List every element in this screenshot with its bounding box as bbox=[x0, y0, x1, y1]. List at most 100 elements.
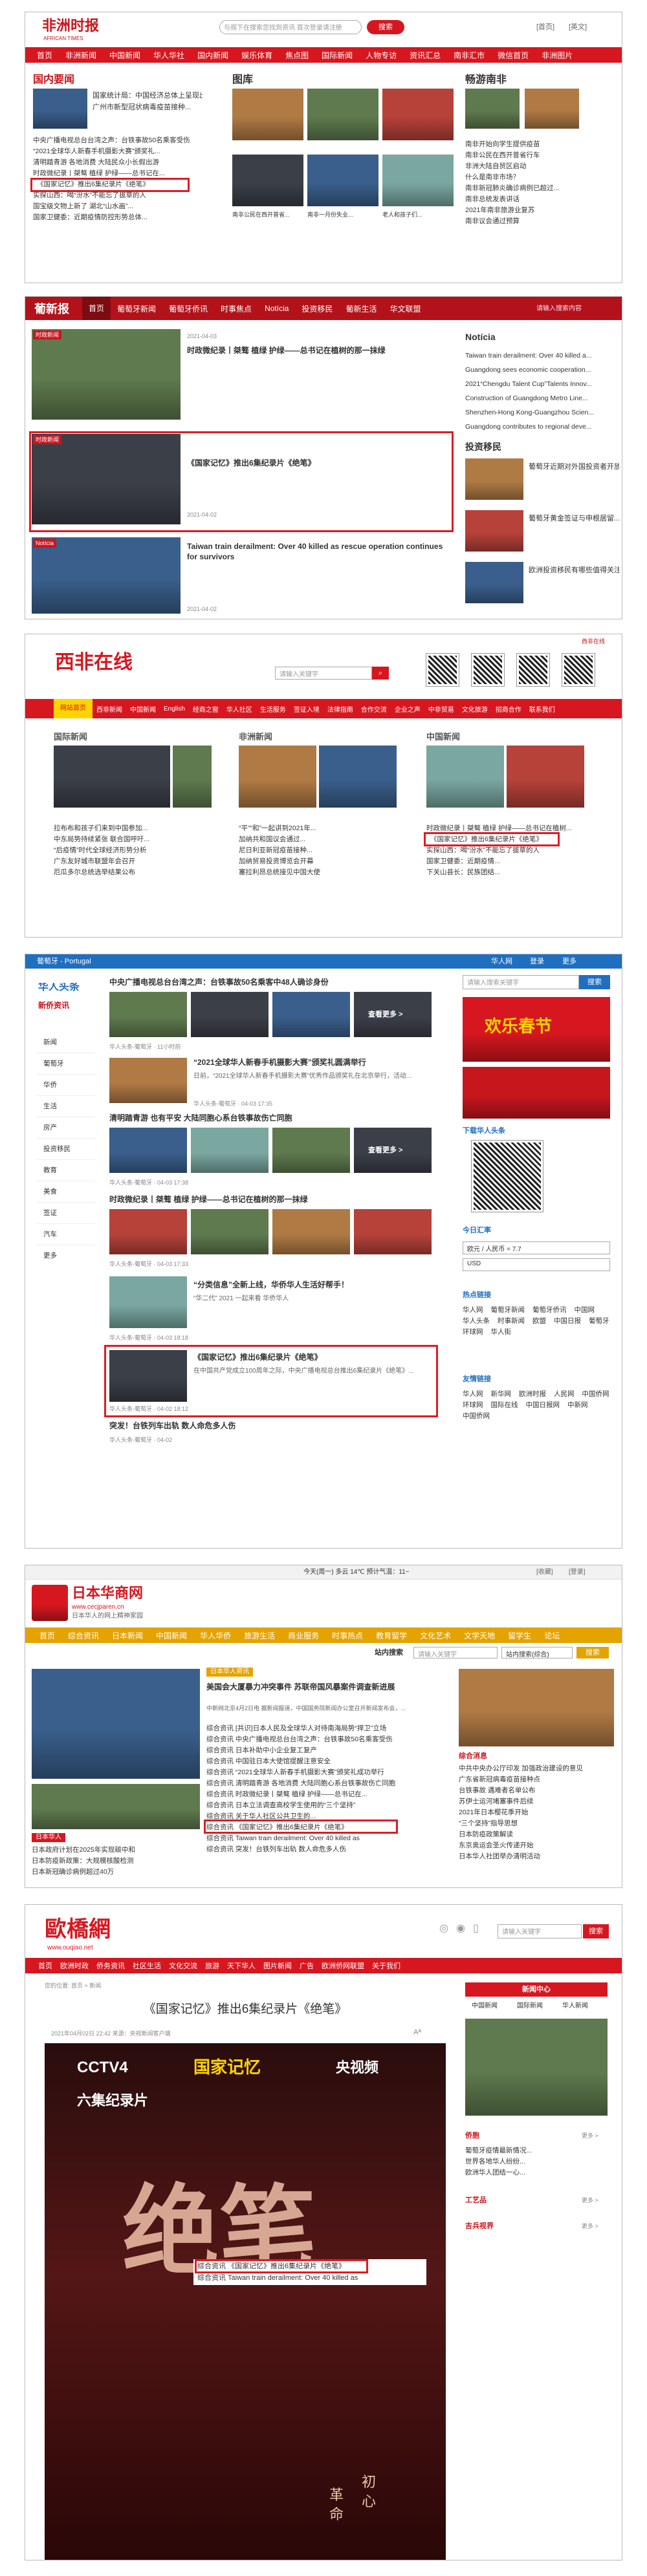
list-item[interactable]: 国家卫健委：近期疫情... bbox=[426, 856, 595, 867]
list-item[interactable]: 南非公民在西开普省行车 bbox=[465, 150, 615, 161]
friend-link[interactable]: 中国侨网 bbox=[582, 1389, 609, 1400]
side-menu-item[interactable]: 华侨 bbox=[37, 1075, 95, 1096]
nav-item[interactable]: 旅游 bbox=[201, 1960, 223, 1971]
site-logo[interactable]: 华人头条 bbox=[38, 983, 80, 992]
nav-search-input[interactable]: 请输入搜索内容 bbox=[536, 305, 582, 314]
list-item[interactable]: 南非总统发表讲话 bbox=[465, 194, 615, 205]
feed-image[interactable] bbox=[109, 1209, 187, 1254]
feed-image[interactable] bbox=[272, 1209, 350, 1254]
nav-item[interactable]: 社区生活 bbox=[129, 1960, 165, 1971]
nav-item[interactable]: 时事焦点 bbox=[214, 303, 258, 314]
nav-item[interactable]: 葡新生活 bbox=[339, 303, 383, 314]
friend-link[interactable]: 环球网 bbox=[463, 1400, 483, 1411]
search-input[interactable]: 请输入关键字 bbox=[275, 667, 372, 680]
font-size-icon[interactable]: Aᴬ bbox=[413, 2028, 421, 2037]
top-link[interactable]: [收藏] bbox=[536, 1568, 553, 1577]
side-menu-item[interactable]: 葡萄牙 bbox=[37, 1053, 95, 1075]
site-logo[interactable]: 葡新报 bbox=[25, 300, 82, 317]
weibo-icon[interactable]: ◎ bbox=[439, 1924, 448, 1933]
list-item[interactable]: 日本新冠确诊病例超过40万 bbox=[32, 1867, 200, 1878]
nav-item[interactable]: 首页 bbox=[34, 1960, 56, 1971]
top-link-home[interactable]: [首页] bbox=[536, 23, 554, 32]
gallery-image[interactable] bbox=[382, 155, 454, 206]
list-item[interactable]: 塞拉利昂总统接见中国大使 bbox=[239, 867, 394, 878]
feed-item-title[interactable]: “2021全球华人新春手机摄影大赛”颁奖礼圆满举行 bbox=[193, 1058, 433, 1067]
list-item[interactable]: 综合资讯 [共识]日本人民及全球华人对待南海局势“捍卫”立场 bbox=[206, 1723, 446, 1734]
list-item[interactable]: 南非新冠肺炎确诊病例已超过... bbox=[465, 183, 615, 194]
search-button[interactable]: ⌕ bbox=[372, 667, 389, 680]
sidebar-title-investment[interactable]: 投资移民 bbox=[465, 440, 501, 453]
list-item[interactable]: 中东局势持续紧张 联合国呼吁... bbox=[54, 834, 209, 845]
side-menu-item[interactable]: 汽车 bbox=[37, 1224, 95, 1245]
list-item[interactable]: 实探山西：喝“汾水”不能忘了拔草的人 bbox=[426, 845, 595, 856]
feed-item-title[interactable]: 清明踏青游 也有平安 大陆同胞心系台铁事故伤亡同胞 bbox=[109, 1113, 446, 1122]
list-item[interactable]: 清明踏青游 各地消费 大陆民众小长假出游 bbox=[33, 157, 206, 168]
travel-image[interactable] bbox=[465, 89, 520, 129]
nav-item[interactable]: 娱乐体育 bbox=[235, 50, 279, 61]
list-item[interactable]: 广东省新冠病毒疫苗接种点 bbox=[459, 1774, 614, 1785]
search-input[interactable]: 请输入搜索关键字 bbox=[463, 975, 579, 989]
nav-item[interactable]: 网站首页 bbox=[54, 699, 93, 718]
top-link[interactable]: [登录] bbox=[569, 1568, 586, 1577]
side-menu-item[interactable]: 教育 bbox=[37, 1160, 95, 1181]
hot-link[interactable]: 欧盟 bbox=[532, 1316, 546, 1327]
sidebar-more-link[interactable]: 更多 > bbox=[582, 2196, 598, 2205]
nav-item[interactable]: 华人华侨 bbox=[193, 1630, 237, 1641]
nav-item[interactable]: 非洲图片 bbox=[535, 50, 579, 61]
nav-item[interactable]: 南非汇市 bbox=[447, 50, 491, 61]
overlay-item[interactable]: 综合资讯 Taiwan train derailment: Over 40 ki… bbox=[197, 2273, 424, 2282]
list-item[interactable]: “三个坚持”指导思想 bbox=[459, 1818, 614, 1829]
nav-item[interactable]: 侨务资讯 bbox=[93, 1960, 129, 1971]
list-item[interactable]: 日本防疫政策解读 bbox=[459, 1829, 614, 1840]
list-item[interactable]: 2021年南非旅游业复苏 bbox=[465, 205, 615, 216]
list-item[interactable]: 综合资讯 时政微纪录丨桀骜 植绿 护绿——总书记在... bbox=[206, 1789, 446, 1800]
friend-link[interactable]: 人民网 bbox=[554, 1389, 575, 1400]
feed-image[interactable] bbox=[191, 1209, 269, 1254]
list-item[interactable]: 南非议会通过预算 bbox=[465, 216, 615, 227]
gallery-image[interactable] bbox=[307, 155, 378, 206]
list-item[interactable]: 什么是南非市场？ bbox=[465, 172, 615, 183]
hot-link[interactable]: 时事新闻 bbox=[498, 1316, 525, 1327]
news-image[interactable] bbox=[239, 746, 316, 808]
headline-image[interactable] bbox=[32, 1669, 200, 1779]
top-link-english[interactable]: [英文] bbox=[569, 23, 587, 32]
nav-item[interactable]: 合作交流 bbox=[357, 704, 391, 714]
sidebar-item[interactable]: 欧洲投资移民有哪些值得关注的... bbox=[529, 566, 619, 575]
list-item[interactable]: 中共中央办公厅印发 加强政治建设的意见 bbox=[459, 1763, 614, 1774]
nav-item[interactable]: 华人社区 bbox=[223, 704, 256, 714]
list-item[interactable]: 广东友好城市联盟年会召开 bbox=[54, 856, 209, 867]
news-image[interactable] bbox=[33, 89, 87, 129]
nav-item[interactable]: 欧洲时政 bbox=[56, 1960, 93, 1971]
hot-link[interactable]: 中国网 bbox=[575, 1305, 595, 1316]
news-image[interactable] bbox=[319, 746, 397, 808]
friend-link[interactable]: 华人网 bbox=[463, 1389, 483, 1400]
nav-item[interactable]: 综合资讯 bbox=[61, 1630, 105, 1641]
hot-link[interactable]: 葡萄牙新闻 bbox=[491, 1305, 525, 1316]
nav-item[interactable]: 中国新闻 bbox=[126, 704, 160, 714]
news-image[interactable] bbox=[173, 746, 212, 808]
side-menu-item[interactable]: 投资移民 bbox=[37, 1139, 95, 1160]
site-logo-mark[interactable] bbox=[32, 1585, 68, 1621]
friend-link[interactable]: 欧洲时报 bbox=[519, 1389, 546, 1400]
feed-image[interactable] bbox=[109, 1128, 187, 1173]
nav-item[interactable]: 天下华人 bbox=[223, 1960, 259, 1971]
nav-item[interactable]: 时事热点 bbox=[325, 1630, 369, 1641]
hot-link[interactable]: 葡萄牙侨讯 bbox=[532, 1305, 567, 1316]
nav-item[interactable]: 葡萄牙新闻 bbox=[111, 303, 162, 314]
list-item[interactable]: “平”“和”一起讲到2021年... bbox=[239, 823, 394, 834]
breadcrumb[interactable]: 您的位置: 首页 > 新闻 bbox=[45, 1981, 101, 1990]
feed-image[interactable] bbox=[272, 992, 350, 1037]
friend-link[interactable]: 中国侨网 bbox=[463, 1411, 490, 1422]
feed-image[interactable] bbox=[354, 1209, 432, 1254]
friend-link[interactable]: 中国日报网 bbox=[526, 1400, 560, 1411]
nav-item[interactable]: 中国新闻 bbox=[149, 1630, 193, 1641]
top-link[interactable]: 更多 bbox=[562, 957, 576, 966]
search-scope-select[interactable]: 站内搜索(综合) bbox=[501, 1647, 573, 1658]
list-item[interactable]: 综合资讯 中国驻日本大使馆提醒注意安全 bbox=[206, 1756, 446, 1767]
side-title[interactable]: 综合消息 bbox=[459, 1752, 487, 1761]
site-logo[interactable]: 歐橋網 bbox=[45, 1916, 111, 1942]
nav-item[interactable]: 商业服务 bbox=[281, 1630, 325, 1641]
friend-link[interactable]: 国际在线 bbox=[491, 1400, 518, 1411]
bottom-left-image[interactable] bbox=[32, 1784, 200, 1829]
section-title-china[interactable]: 中国新闻 bbox=[426, 730, 460, 742]
